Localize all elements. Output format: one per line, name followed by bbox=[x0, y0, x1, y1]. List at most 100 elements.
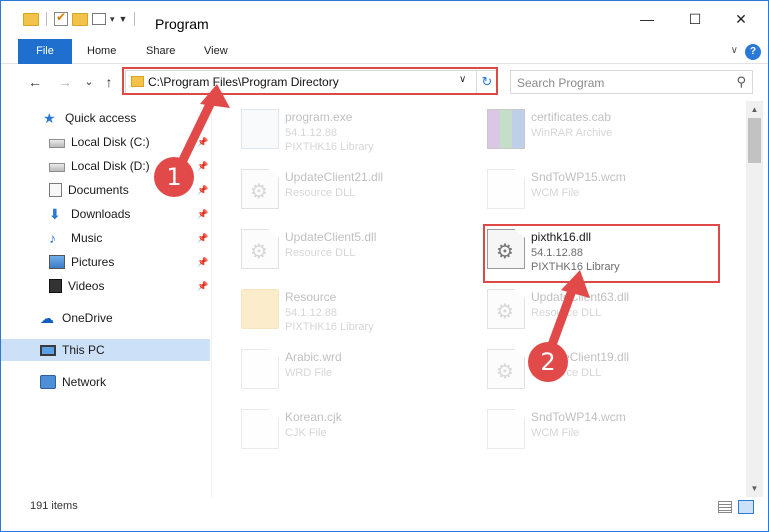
sidebar-item-videos[interactable]: Videos 📌 bbox=[1, 275, 210, 297]
file-item[interactable]: ⚙ UpdateClient21.dll Resource DLL bbox=[237, 163, 477, 217]
file-name: SndToWP15.wcm bbox=[531, 170, 626, 184]
minimize-button[interactable]: — bbox=[637, 9, 657, 29]
tab-home[interactable]: Home bbox=[87, 39, 116, 64]
file-item[interactable]: ⚙ UpdateClient19.dll Resource DLL bbox=[483, 343, 723, 397]
sidebar-item-label: Network bbox=[62, 375, 107, 389]
pictures-icon bbox=[49, 255, 65, 269]
sidebar-item-label: This PC bbox=[62, 343, 105, 357]
file-item[interactable]: Resource 54.1.12.88 PIXTHK16 Library bbox=[237, 283, 477, 337]
step-badge-2: 2 bbox=[528, 342, 568, 382]
quick-access-toolbar: ▾ ▼ bbox=[23, 10, 138, 26]
sidebar-item-pictures[interactable]: Pictures 📌 bbox=[1, 251, 210, 273]
search-box[interactable]: ⚲ bbox=[510, 70, 753, 94]
tab-share[interactable]: Share bbox=[146, 39, 175, 64]
search-input[interactable] bbox=[517, 74, 727, 91]
file-name: Korean.cjk bbox=[285, 410, 342, 424]
file-description: PIXTHK16 Library bbox=[285, 321, 374, 333]
forward-button[interactable]: → bbox=[57, 73, 73, 91]
dll-icon: ⚙ bbox=[241, 169, 279, 209]
ribbon-tabs: File Home Share View ∨ ? bbox=[1, 39, 768, 64]
close-button[interactable]: ✕ bbox=[731, 9, 751, 29]
file-version: 54.1.12.88 bbox=[285, 127, 337, 139]
file-item[interactable]: Korean.cjk CJK File bbox=[237, 403, 477, 457]
file-type: CJK File bbox=[285, 427, 327, 439]
pin-icon: 📌 bbox=[197, 280, 209, 291]
file-type: WCM File bbox=[531, 187, 580, 199]
recent-locations-button[interactable]: ⌄ bbox=[81, 73, 97, 91]
sidebar-item-music[interactable]: ♪ Music 📌 bbox=[1, 227, 210, 249]
file-item[interactable]: certificates.cab WinRAR Archive bbox=[483, 103, 723, 157]
maximize-button[interactable]: ☐ bbox=[685, 9, 705, 29]
sidebar-item-onedrive[interactable]: ☁ OneDrive bbox=[1, 307, 210, 329]
file-item[interactable]: SndToWP14.wcm WCM File bbox=[483, 403, 723, 457]
file-item[interactable]: Arabic.wrd WRD File bbox=[237, 343, 477, 397]
sidebar-item-this-pc[interactable]: This PC bbox=[1, 339, 210, 361]
search-icon[interactable]: ⚲ bbox=[736, 74, 746, 90]
file-item[interactable]: ⚙ UpdateClient5.dll Resource DLL bbox=[237, 223, 477, 277]
file-type: Resource DLL bbox=[285, 247, 356, 259]
pin-icon: 📌 bbox=[197, 232, 209, 243]
sidebar-item-local-disk-c[interactable]: Local Disk (C:) 📌 bbox=[1, 131, 210, 153]
drive-icon bbox=[49, 162, 65, 172]
vertical-scrollbar[interactable]: ▲ ▼ bbox=[746, 101, 763, 497]
title-bar: ▾ ▼ Program — ☐ ✕ bbox=[1, 1, 768, 39]
file-icon bbox=[241, 409, 279, 449]
chevron-down-icon[interactable]: ▾ bbox=[110, 14, 115, 25]
sidebar-item-network[interactable]: Network bbox=[1, 371, 210, 393]
star-icon: ★ bbox=[43, 110, 56, 126]
pin-icon: 📌 bbox=[197, 184, 209, 195]
file-type: WinRAR Archive bbox=[531, 127, 613, 139]
sidebar-item-label: Downloads bbox=[71, 207, 131, 221]
help-icon[interactable]: ? bbox=[745, 44, 761, 60]
new-folder-icon[interactable] bbox=[72, 12, 88, 26]
pin-icon: 📌 bbox=[197, 256, 209, 267]
file-icon bbox=[487, 409, 525, 449]
pin-icon: 📌 bbox=[197, 208, 209, 219]
file-description: PIXTHK16 Library bbox=[285, 141, 374, 153]
file-name: UpdateClient63.dll bbox=[531, 290, 630, 304]
customize-icon[interactable] bbox=[92, 13, 106, 25]
file-type: Resource DLL bbox=[285, 187, 356, 199]
dll-icon: ⚙ bbox=[487, 349, 525, 389]
toolbar-menu-icon[interactable]: ▼ bbox=[119, 14, 128, 24]
scroll-down-icon[interactable]: ▼ bbox=[746, 480, 763, 497]
back-button[interactable]: ← bbox=[27, 73, 43, 91]
tab-file[interactable]: File bbox=[18, 39, 72, 64]
scroll-up-icon[interactable]: ▲ bbox=[746, 101, 763, 118]
pin-icon: 📌 bbox=[197, 160, 209, 171]
sidebar-item-label: Videos bbox=[68, 279, 105, 293]
file-list: program.exe 54.1.12.88 PIXTHK16 Library … bbox=[213, 101, 746, 497]
sidebar-item-label: Pictures bbox=[71, 255, 115, 269]
details-view-icon[interactable] bbox=[718, 501, 732, 513]
sidebar-item-label: Local Disk (C:) bbox=[71, 135, 150, 149]
toolbar-divider bbox=[46, 12, 47, 26]
drive-icon bbox=[49, 138, 65, 148]
file-name: UpdateClient5.dll bbox=[285, 230, 377, 244]
file-version: 54.1.12.88 bbox=[285, 307, 337, 319]
network-icon bbox=[40, 375, 56, 389]
chevron-down-icon[interactable]: ∨ bbox=[731, 45, 738, 56]
folder-icon bbox=[241, 289, 279, 329]
sidebar-item-quick-access[interactable]: ★ Quick access bbox=[1, 107, 210, 129]
properties-check-icon[interactable] bbox=[54, 10, 68, 26]
file-type: Resource DLL bbox=[531, 307, 602, 319]
toolbar-divider bbox=[134, 12, 136, 26]
file-item[interactable]: ⚙ UpdateClient63.dll Resource DLL bbox=[483, 283, 723, 337]
sidebar-item-label: Local Disk (D:) bbox=[71, 159, 150, 173]
file-name: Arabic.wrd bbox=[285, 350, 342, 364]
scrollbar-thumb[interactable] bbox=[748, 118, 761, 163]
tab-view[interactable]: View bbox=[204, 39, 228, 64]
computer-icon bbox=[40, 344, 56, 356]
cloud-icon: ☁ bbox=[40, 310, 54, 326]
up-button[interactable]: ↑ bbox=[101, 73, 117, 91]
file-icon bbox=[241, 349, 279, 389]
sidebar-item-label: Music bbox=[71, 231, 103, 245]
file-item[interactable]: SndToWP15.wcm WCM File bbox=[483, 163, 723, 217]
sidebar-item-label: Documents bbox=[68, 183, 129, 197]
window-title: Program bbox=[155, 16, 209, 32]
file-item[interactable]: program.exe 54.1.12.88 PIXTHK16 Library bbox=[237, 103, 477, 157]
file-name: Resource bbox=[285, 290, 337, 304]
file-icon bbox=[487, 169, 525, 209]
large-icons-view-icon[interactable] bbox=[738, 500, 754, 514]
sidebar-item-downloads[interactable]: ⬇ Downloads 📌 bbox=[1, 203, 210, 225]
